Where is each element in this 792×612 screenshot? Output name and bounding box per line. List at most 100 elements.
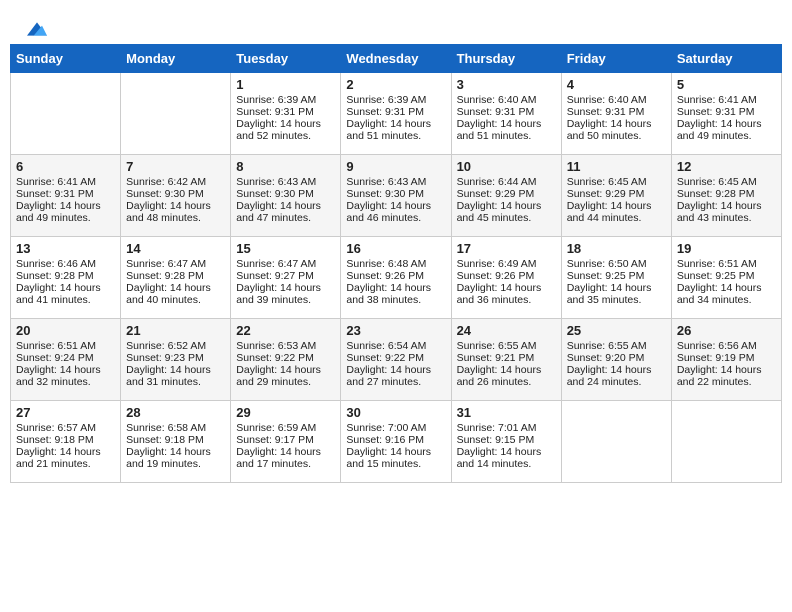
daylight-text: Daylight: 14 hours and 38 minutes. bbox=[346, 282, 445, 306]
sunrise-text: Sunrise: 6:43 AM bbox=[346, 176, 445, 188]
calendar-cell: 17Sunrise: 6:49 AMSunset: 9:26 PMDayligh… bbox=[451, 237, 561, 319]
day-number: 21 bbox=[126, 323, 225, 338]
sunrise-text: Sunrise: 6:40 AM bbox=[457, 94, 556, 106]
sunrise-text: Sunrise: 6:59 AM bbox=[236, 422, 335, 434]
calendar-cell: 24Sunrise: 6:55 AMSunset: 9:21 PMDayligh… bbox=[451, 319, 561, 401]
calendar-week-4: 20Sunrise: 6:51 AMSunset: 9:24 PMDayligh… bbox=[11, 319, 782, 401]
sunrise-text: Sunrise: 6:55 AM bbox=[457, 340, 556, 352]
day-number: 29 bbox=[236, 405, 335, 420]
day-number: 18 bbox=[567, 241, 666, 256]
calendar-cell bbox=[121, 73, 231, 155]
sunset-text: Sunset: 9:31 PM bbox=[457, 106, 556, 118]
sunset-text: Sunset: 9:20 PM bbox=[567, 352, 666, 364]
daylight-text: Daylight: 14 hours and 40 minutes. bbox=[126, 282, 225, 306]
sunrise-text: Sunrise: 6:48 AM bbox=[346, 258, 445, 270]
sunrise-text: Sunrise: 7:01 AM bbox=[457, 422, 556, 434]
day-number: 8 bbox=[236, 159, 335, 174]
daylight-text: Daylight: 14 hours and 52 minutes. bbox=[236, 118, 335, 142]
calendar-cell: 11Sunrise: 6:45 AMSunset: 9:29 PMDayligh… bbox=[561, 155, 671, 237]
calendar-cell: 3Sunrise: 6:40 AMSunset: 9:31 PMDaylight… bbox=[451, 73, 561, 155]
day-number: 5 bbox=[677, 77, 776, 92]
calendar-header-row: SundayMondayTuesdayWednesdayThursdayFrid… bbox=[11, 45, 782, 73]
daylight-text: Daylight: 14 hours and 39 minutes. bbox=[236, 282, 335, 306]
calendar-week-3: 13Sunrise: 6:46 AMSunset: 9:28 PMDayligh… bbox=[11, 237, 782, 319]
sunset-text: Sunset: 9:30 PM bbox=[236, 188, 335, 200]
calendar-cell: 15Sunrise: 6:47 AMSunset: 9:27 PMDayligh… bbox=[231, 237, 341, 319]
day-number: 9 bbox=[346, 159, 445, 174]
day-number: 28 bbox=[126, 405, 225, 420]
day-number: 15 bbox=[236, 241, 335, 256]
calendar-table: SundayMondayTuesdayWednesdayThursdayFrid… bbox=[10, 44, 782, 483]
sunset-text: Sunset: 9:28 PM bbox=[126, 270, 225, 282]
sunrise-text: Sunrise: 6:53 AM bbox=[236, 340, 335, 352]
daylight-text: Daylight: 14 hours and 48 minutes. bbox=[126, 200, 225, 224]
sunrise-text: Sunrise: 6:43 AM bbox=[236, 176, 335, 188]
sunrise-text: Sunrise: 6:41 AM bbox=[16, 176, 115, 188]
calendar-header-sunday: Sunday bbox=[11, 45, 121, 73]
calendar-cell: 30Sunrise: 7:00 AMSunset: 9:16 PMDayligh… bbox=[341, 401, 451, 483]
sunset-text: Sunset: 9:22 PM bbox=[346, 352, 445, 364]
daylight-text: Daylight: 14 hours and 32 minutes. bbox=[16, 364, 115, 388]
sunset-text: Sunset: 9:25 PM bbox=[677, 270, 776, 282]
calendar-cell: 4Sunrise: 6:40 AMSunset: 9:31 PMDaylight… bbox=[561, 73, 671, 155]
logo-icon bbox=[27, 22, 47, 36]
sunset-text: Sunset: 9:31 PM bbox=[236, 106, 335, 118]
calendar-cell: 22Sunrise: 6:53 AMSunset: 9:22 PMDayligh… bbox=[231, 319, 341, 401]
calendar-cell: 1Sunrise: 6:39 AMSunset: 9:31 PMDaylight… bbox=[231, 73, 341, 155]
daylight-text: Daylight: 14 hours and 46 minutes. bbox=[346, 200, 445, 224]
day-number: 10 bbox=[457, 159, 556, 174]
sunset-text: Sunset: 9:30 PM bbox=[126, 188, 225, 200]
sunset-text: Sunset: 9:29 PM bbox=[567, 188, 666, 200]
sunrise-text: Sunrise: 6:54 AM bbox=[346, 340, 445, 352]
calendar-cell: 6Sunrise: 6:41 AMSunset: 9:31 PMDaylight… bbox=[11, 155, 121, 237]
calendar-week-2: 6Sunrise: 6:41 AMSunset: 9:31 PMDaylight… bbox=[11, 155, 782, 237]
daylight-text: Daylight: 14 hours and 51 minutes. bbox=[457, 118, 556, 142]
daylight-text: Daylight: 14 hours and 44 minutes. bbox=[567, 200, 666, 224]
calendar-header-saturday: Saturday bbox=[671, 45, 781, 73]
daylight-text: Daylight: 14 hours and 36 minutes. bbox=[457, 282, 556, 306]
sunrise-text: Sunrise: 7:00 AM bbox=[346, 422, 445, 434]
sunrise-text: Sunrise: 6:58 AM bbox=[126, 422, 225, 434]
sunset-text: Sunset: 9:26 PM bbox=[346, 270, 445, 282]
calendar-cell bbox=[561, 401, 671, 483]
calendar-cell: 7Sunrise: 6:42 AMSunset: 9:30 PMDaylight… bbox=[121, 155, 231, 237]
calendar-cell bbox=[671, 401, 781, 483]
logo bbox=[25, 20, 47, 34]
daylight-text: Daylight: 14 hours and 22 minutes. bbox=[677, 364, 776, 388]
day-number: 20 bbox=[16, 323, 115, 338]
daylight-text: Daylight: 14 hours and 49 minutes. bbox=[677, 118, 776, 142]
day-number: 11 bbox=[567, 159, 666, 174]
day-number: 27 bbox=[16, 405, 115, 420]
sunrise-text: Sunrise: 6:50 AM bbox=[567, 258, 666, 270]
sunrise-text: Sunrise: 6:51 AM bbox=[16, 340, 115, 352]
daylight-text: Daylight: 14 hours and 19 minutes. bbox=[126, 446, 225, 470]
day-number: 7 bbox=[126, 159, 225, 174]
daylight-text: Daylight: 14 hours and 47 minutes. bbox=[236, 200, 335, 224]
calendar-cell: 25Sunrise: 6:55 AMSunset: 9:20 PMDayligh… bbox=[561, 319, 671, 401]
sunset-text: Sunset: 9:28 PM bbox=[677, 188, 776, 200]
daylight-text: Daylight: 14 hours and 35 minutes. bbox=[567, 282, 666, 306]
daylight-text: Daylight: 14 hours and 43 minutes. bbox=[677, 200, 776, 224]
calendar-cell: 31Sunrise: 7:01 AMSunset: 9:15 PMDayligh… bbox=[451, 401, 561, 483]
day-number: 16 bbox=[346, 241, 445, 256]
daylight-text: Daylight: 14 hours and 27 minutes. bbox=[346, 364, 445, 388]
sunset-text: Sunset: 9:25 PM bbox=[567, 270, 666, 282]
header bbox=[10, 10, 782, 39]
sunset-text: Sunset: 9:19 PM bbox=[677, 352, 776, 364]
daylight-text: Daylight: 14 hours and 34 minutes. bbox=[677, 282, 776, 306]
sunset-text: Sunset: 9:26 PM bbox=[457, 270, 556, 282]
day-number: 2 bbox=[346, 77, 445, 92]
day-number: 1 bbox=[236, 77, 335, 92]
calendar-cell: 5Sunrise: 6:41 AMSunset: 9:31 PMDaylight… bbox=[671, 73, 781, 155]
calendar-cell: 27Sunrise: 6:57 AMSunset: 9:18 PMDayligh… bbox=[11, 401, 121, 483]
sunrise-text: Sunrise: 6:57 AM bbox=[16, 422, 115, 434]
sunrise-text: Sunrise: 6:56 AM bbox=[677, 340, 776, 352]
daylight-text: Daylight: 14 hours and 17 minutes. bbox=[236, 446, 335, 470]
calendar-header-friday: Friday bbox=[561, 45, 671, 73]
sunrise-text: Sunrise: 6:51 AM bbox=[677, 258, 776, 270]
sunset-text: Sunset: 9:29 PM bbox=[457, 188, 556, 200]
calendar-cell: 8 Sunrise: 6:43 AMSunset: 9:30 PMDaylight… bbox=[231, 155, 341, 237]
day-number: 31 bbox=[457, 405, 556, 420]
calendar-header-tuesday: Tuesday bbox=[231, 45, 341, 73]
sunrise-text: Sunrise: 6:55 AM bbox=[567, 340, 666, 352]
